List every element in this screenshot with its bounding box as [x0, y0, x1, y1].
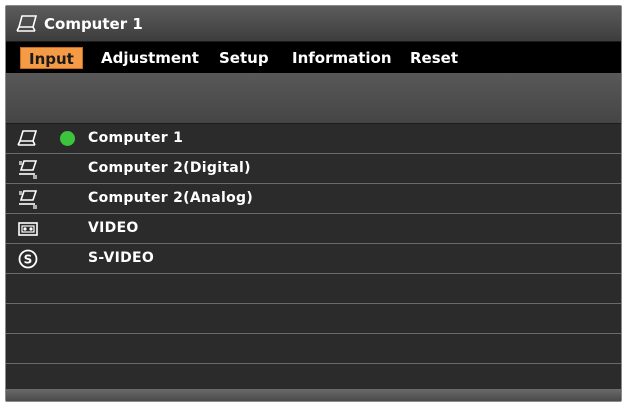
- input-label: Computer 1: [88, 130, 184, 146]
- input-row-s-video[interactable]: S S-VIDEO: [6, 244, 621, 274]
- s-video-icon: S: [18, 249, 38, 269]
- tab-adjustment[interactable]: Adjustment: [93, 47, 207, 69]
- submenu-bar: [6, 73, 621, 124]
- input-label: Computer 2(Digital): [88, 160, 251, 176]
- tab-label: Reset: [410, 49, 458, 67]
- selected-indicator-dot: [60, 131, 75, 146]
- footer-bar: [6, 389, 621, 401]
- computer2-digital-icon: [19, 160, 38, 179]
- svg-text:S: S: [24, 253, 33, 267]
- tab-information[interactable]: Information: [284, 47, 400, 69]
- osd-menu-window: Computer 1 Input Adjustment Setup Inform…: [5, 5, 622, 402]
- menu-bar: Input Adjustment Setup Information Reset: [6, 42, 621, 73]
- tab-label: Setup: [219, 49, 269, 67]
- empty-row: [6, 274, 621, 304]
- computer1-icon: [17, 130, 38, 146]
- title-bar: Computer 1: [6, 6, 621, 42]
- empty-row: [6, 304, 621, 334]
- input-label: Computer 2(Analog): [88, 190, 254, 206]
- computer2-analog-icon: [19, 190, 38, 209]
- tab-label: Information: [292, 49, 392, 67]
- input-row-video[interactable]: VIDEO: [6, 214, 621, 244]
- empty-row: [6, 334, 621, 364]
- computer-input-icon: [16, 15, 38, 32]
- tab-setup[interactable]: Setup: [211, 47, 277, 69]
- input-row-computer2-analog[interactable]: Computer 2(Analog): [6, 184, 621, 214]
- tab-label: Adjustment: [101, 49, 199, 67]
- tab-input[interactable]: Input: [20, 47, 83, 69]
- tab-reset[interactable]: Reset: [402, 47, 466, 69]
- input-row-computer2-digital[interactable]: Computer 2(Digital): [6, 154, 621, 184]
- video-icon: [18, 222, 38, 236]
- input-row-computer1[interactable]: Computer 1: [6, 124, 621, 154]
- input-label: S-VIDEO: [88, 250, 155, 266]
- tab-label: Input: [29, 50, 74, 68]
- input-label: VIDEO: [88, 220, 139, 236]
- window-title: Computer 1: [44, 15, 143, 33]
